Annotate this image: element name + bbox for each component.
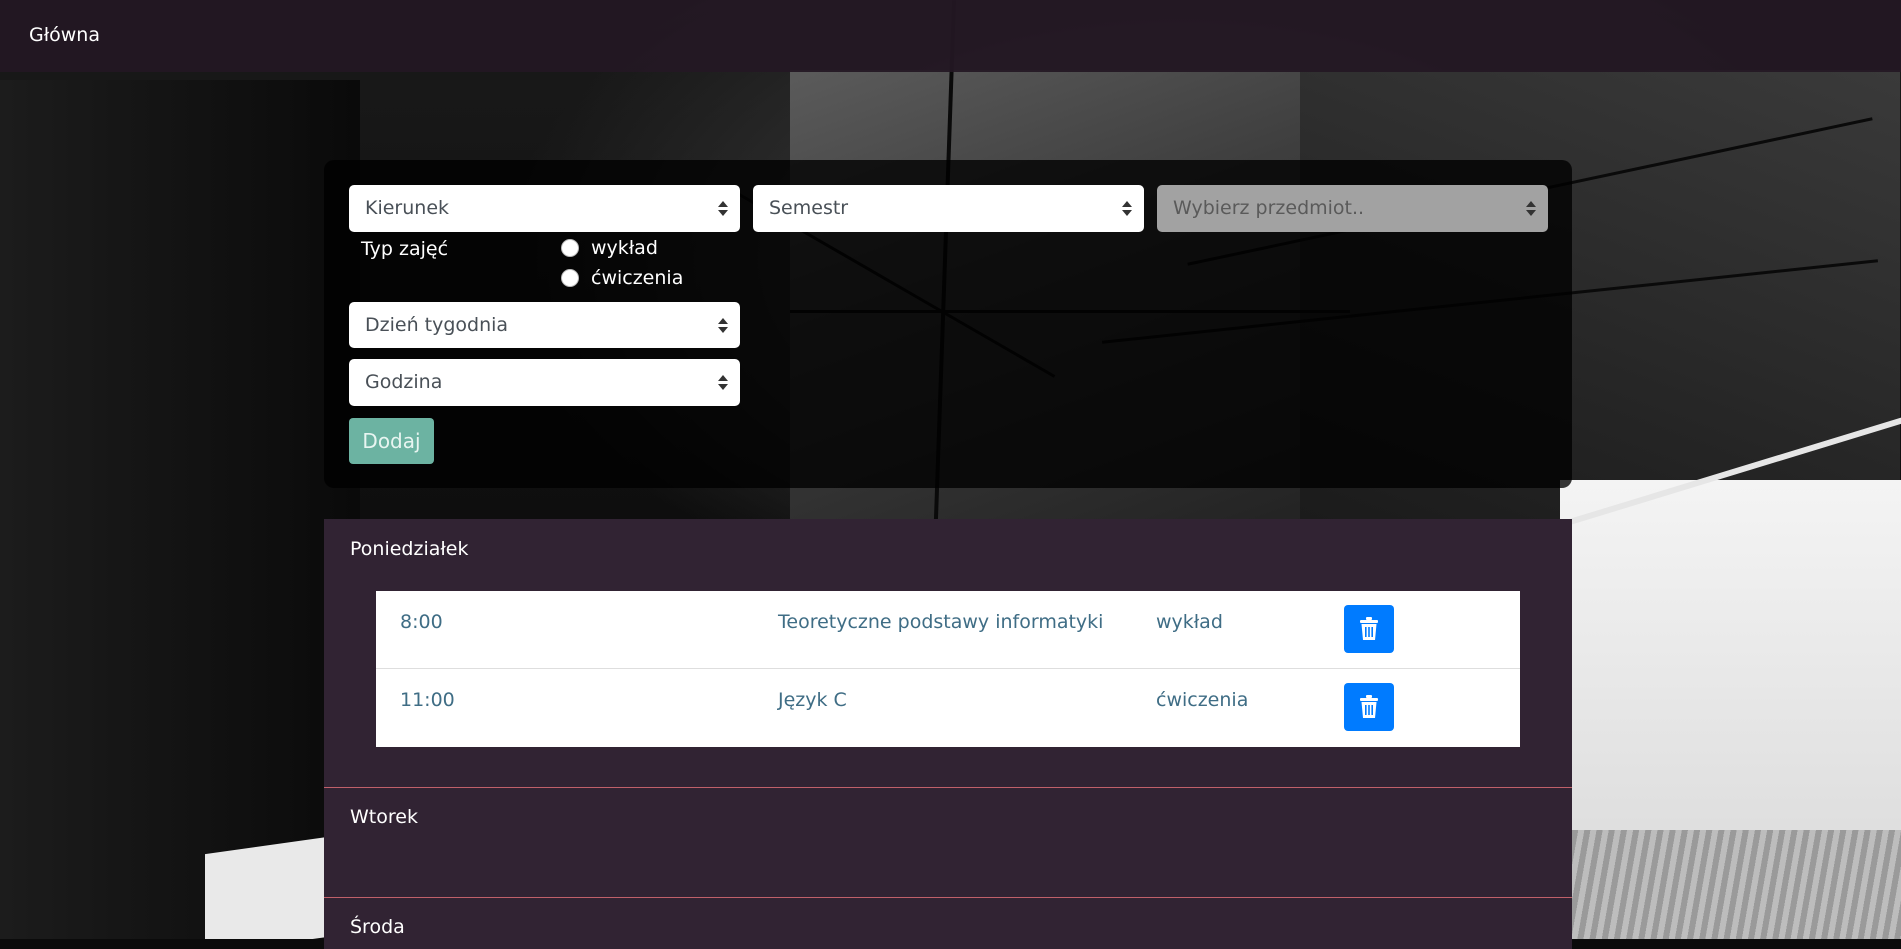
- lesson-time: 8:00: [400, 611, 443, 633]
- godzina-select-value: Godzina: [365, 371, 443, 393]
- nav-home-link[interactable]: Główna: [29, 24, 100, 46]
- day-title-poniedzialek: Poniedziałek: [350, 538, 469, 560]
- select-arrows-icon: [718, 375, 728, 391]
- day-divider: [324, 787, 1572, 788]
- trash-icon: [1360, 695, 1378, 718]
- day-title-sroda: Środa: [350, 916, 405, 938]
- select-arrows-icon: [718, 201, 728, 217]
- day-divider: [324, 897, 1572, 898]
- radio-cwiczenia[interactable]: ćwiczenia: [561, 267, 683, 289]
- radio-wyklad[interactable]: wykład: [561, 237, 658, 259]
- kierunek-select[interactable]: Kierunek: [349, 185, 740, 232]
- semestr-select[interactable]: Semestr: [753, 185, 1144, 232]
- typ-zajec-label: Typ zajęć: [361, 238, 449, 260]
- lesson-subject: Język C: [778, 689, 847, 711]
- add-button[interactable]: Dodaj: [349, 418, 434, 464]
- godzina-select[interactable]: Godzina: [349, 359, 740, 406]
- radio-cwiczenia-label: ćwiczenia: [591, 267, 684, 289]
- dzien-select-value: Dzień tygodnia: [365, 314, 509, 336]
- przedmiot-select[interactable]: Wybierz przedmiot..: [1157, 185, 1548, 232]
- delete-button[interactable]: [1344, 683, 1394, 731]
- select-arrows-icon: [1122, 201, 1132, 217]
- navbar: Główna: [0, 0, 1901, 72]
- delete-button[interactable]: [1344, 605, 1394, 653]
- lesson-time: 11:00: [400, 689, 455, 711]
- dzien-tygodnia-select[interactable]: Dzień tygodnia: [349, 302, 740, 348]
- lesson-subject: Teoretyczne podstawy informatyki: [778, 611, 1104, 633]
- radio-circle-icon[interactable]: [561, 269, 579, 287]
- lesson-type: ćwiczenia: [1156, 689, 1249, 711]
- lesson-type: wykład: [1156, 611, 1223, 633]
- trash-icon: [1360, 617, 1378, 640]
- schedule-panel: Poniedziałek 8:00 Teoretyczne podstawy i…: [324, 519, 1572, 949]
- select-arrows-icon: [1526, 201, 1536, 217]
- day-title-wtorek: Wtorek: [350, 806, 418, 828]
- przedmiot-select-value: Wybierz przedmiot..: [1173, 197, 1365, 219]
- table-row: 11:00 Język C ćwiczenia: [376, 669, 1520, 747]
- kierunek-select-value: Kierunek: [365, 197, 450, 219]
- select-arrows-icon: [718, 318, 728, 334]
- semestr-select-value: Semestr: [769, 197, 849, 219]
- radio-circle-icon[interactable]: [561, 239, 579, 257]
- lesson-table: 8:00 Teoretyczne podstawy informatyki wy…: [376, 591, 1520, 747]
- radio-wyklad-label: wykład: [591, 237, 658, 259]
- table-row: 8:00 Teoretyczne podstawy informatyki wy…: [376, 591, 1520, 669]
